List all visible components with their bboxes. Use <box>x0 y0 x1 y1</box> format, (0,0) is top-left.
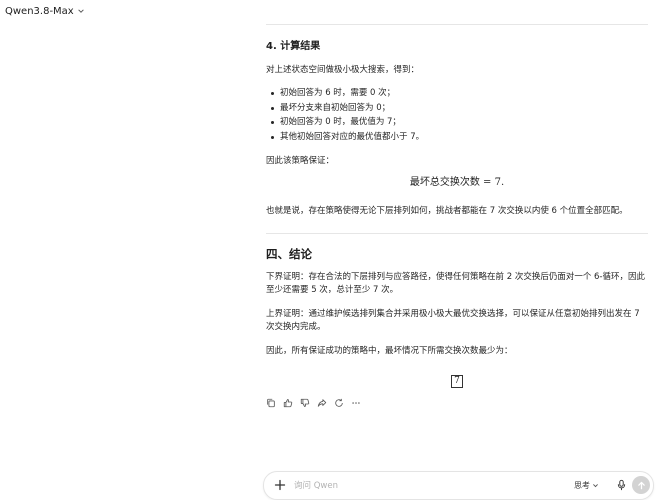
assistant-message: 4. 计算结果 对上述状态空间做极小极大搜索，得到： 初始回答为 6 时，需要 … <box>266 24 648 388</box>
chat-input[interactable] <box>292 478 546 494</box>
copy-icon[interactable] <box>266 398 276 408</box>
paragraph: 因此，所有保证成功的策略中，最坏情况下所需交换次数最少为： <box>266 346 513 356</box>
message-actions <box>266 398 361 408</box>
list-item: 初始回答为 0 时，最优值为 7； <box>266 115 648 130</box>
more-icon[interactable] <box>351 398 361 408</box>
chevron-down-icon <box>593 484 598 488</box>
thumbs-down-icon[interactable] <box>300 398 310 408</box>
paragraph: 也就是说，存在策略使得无论下层排列如何，挑战者都能在 7 次交换以内使 6 个位… <box>266 206 628 216</box>
plus-icon[interactable] <box>273 478 287 492</box>
list-item: 其他初始回答对应的最优值都小于 7。 <box>266 130 648 145</box>
think-label: 思考 <box>574 481 590 490</box>
microphone-icon[interactable] <box>616 479 627 491</box>
regenerate-icon[interactable] <box>334 398 344 408</box>
think-toggle[interactable]: 思考 <box>574 480 599 491</box>
share-icon[interactable] <box>317 398 327 408</box>
section-heading: 四、结论 <box>266 247 312 261</box>
paragraph: 下界证明：存在合法的下层排列与应答路径，使得任何策略在前 2 次交换后仍面对一个… <box>266 272 645 295</box>
math-equation: 最坏总交换次数 = 7. <box>409 177 505 188</box>
arrow-up-icon <box>637 481 645 489</box>
bullet-dot <box>271 121 274 124</box>
boxed-answer: 7 <box>451 375 463 388</box>
result-list: 初始回答为 6 时，需要 0 次； 最坏分支来自初始回答为 0； 初始回答为 0… <box>266 86 648 144</box>
bullet-dot <box>271 135 274 139</box>
paragraph: 对上述状态空间做极小极大搜索，得到： <box>266 65 420 75</box>
bullet-dot <box>271 106 274 110</box>
list-item: 初始回答为 6 时，需要 0 次； <box>266 86 648 101</box>
chat-input-bar: 思考 <box>263 471 654 500</box>
thumbs-up-icon[interactable] <box>283 398 293 408</box>
send-button[interactable] <box>632 476 650 494</box>
divider <box>266 24 648 25</box>
model-name: Qwen3.8-Max <box>5 5 74 17</box>
chevron-down-icon <box>77 9 84 13</box>
list-item: 最坏分支来自初始回答为 0； <box>266 101 648 116</box>
paragraph: 因此该策略保证： <box>266 156 335 166</box>
paragraph: 上界证明：通过维护候选排列集合并采用极小极大最优交换选择，可以保证从任意初始排列… <box>266 309 640 332</box>
model-selector[interactable]: Qwen3.8-Max <box>5 3 85 19</box>
section-heading: 4. 计算结果 <box>266 41 321 52</box>
bullet-dot <box>271 92 274 95</box>
final-answer: 7 <box>266 368 648 388</box>
divider <box>266 233 648 234</box>
